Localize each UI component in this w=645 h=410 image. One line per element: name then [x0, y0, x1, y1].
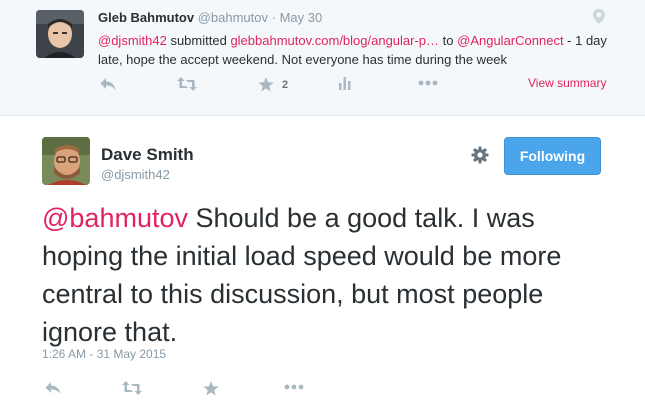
url-link[interactable]: glebbahmutov.com/blog/angular-p… — [230, 33, 439, 48]
parent-tweet[interactable]: Gleb Bahmutov @bahmutov · May 30 @djsmit… — [0, 0, 645, 116]
more-icon[interactable] — [418, 80, 438, 86]
favorite-count: 2 — [282, 78, 289, 91]
parent-tweet-header: Gleb Bahmutov @bahmutov · May 30 — [98, 10, 322, 25]
retweet-icon[interactable] — [122, 381, 142, 395]
text-fragment: submitted — [166, 33, 231, 48]
retweet-icon[interactable] — [177, 77, 197, 91]
separator: · — [271, 10, 276, 25]
mention-link[interactable]: @AngularConnect — [457, 33, 563, 48]
author-handle[interactable]: @djsmith42 — [101, 167, 170, 182]
author-handle[interactable]: @bahmutov — [198, 10, 268, 25]
parent-tweet-text: @djsmith42 submitted glebbahmutov.com/bl… — [98, 31, 613, 69]
tweet-timestamp[interactable]: 1:26 AM - 31 May 2015 — [42, 347, 166, 361]
analytics-icon[interactable] — [339, 77, 351, 90]
avatar-gleb[interactable] — [36, 10, 84, 58]
favorite-star-icon — [258, 77, 274, 92]
view-summary-link[interactable]: View summary — [528, 76, 606, 90]
more-icon[interactable] — [284, 384, 304, 390]
author-name[interactable]: Dave Smith — [101, 145, 194, 165]
gear-icon[interactable] — [471, 146, 489, 169]
favorite-button[interactable]: 2 — [258, 77, 288, 92]
avatar-dave[interactable] — [42, 137, 90, 185]
text-fragment: to — [439, 33, 458, 48]
location-pin-icon[interactable] — [593, 9, 605, 29]
mention-link[interactable]: @bahmutov — [42, 203, 188, 233]
following-button[interactable]: Following — [504, 137, 601, 175]
author-name[interactable]: Gleb Bahmutov — [98, 10, 194, 25]
mention-link[interactable]: @djsmith42 — [98, 33, 167, 48]
reply-icon[interactable] — [45, 381, 61, 395]
tweet-date[interactable]: May 30 — [280, 10, 323, 25]
reply-icon[interactable] — [100, 77, 116, 91]
main-tweet-text: @bahmutov Should be a good talk. I was h… — [42, 199, 607, 351]
favorite-star-icon[interactable] — [203, 381, 219, 396]
